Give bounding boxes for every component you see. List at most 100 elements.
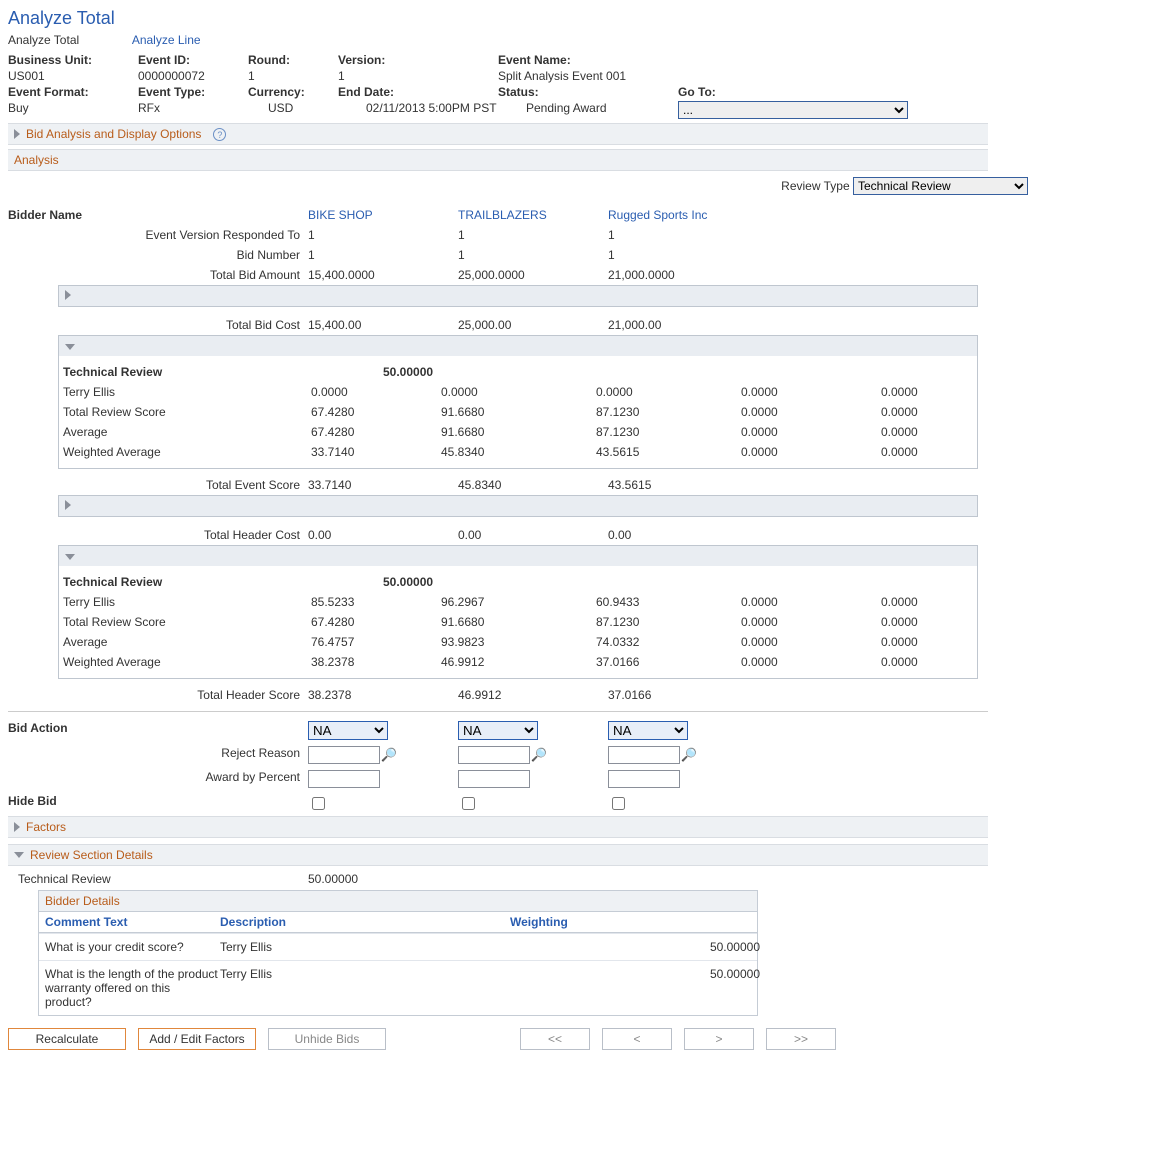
last-page-button[interactable]: >> [766, 1028, 836, 1050]
value-score-1: 45.8340 [458, 478, 608, 492]
label-event-id: Event ID: [138, 53, 248, 67]
bidder-details-title: Bidder Details [39, 891, 757, 912]
value-event-format: Buy [8, 101, 138, 119]
section-review-details[interactable]: Review Section Details [8, 844, 988, 866]
bid-action-select-0[interactable]: NA [308, 721, 388, 740]
divider [8, 711, 988, 712]
table-row: What is your credit score? Terry Ellis 5… [39, 933, 757, 960]
cell-comment-1: What is the length of the product warran… [45, 967, 220, 1009]
bid-action-select-2[interactable]: NA [608, 721, 688, 740]
label-total-bid-amount: Total Bid Amount [8, 268, 308, 282]
unhide-bids-button[interactable]: Unhide Bids [268, 1028, 386, 1050]
value-bidamt-0: 15,400.0000 [308, 268, 458, 282]
value-bidcost-1: 25,000.00 [458, 318, 608, 332]
value-ver-2: 1 [608, 228, 768, 242]
label-review-type: Review Type [781, 179, 849, 193]
label-total-header-score: Total Header Score [8, 688, 308, 702]
lookup-icon[interactable]: 🔍 [531, 747, 547, 763]
row-label: Total Review Score [63, 615, 311, 629]
collapse-icon [14, 852, 24, 858]
award-percent-input-0[interactable] [308, 770, 380, 788]
value-bidnum-1: 1 [458, 248, 608, 262]
table-row: What is the length of the product warran… [39, 960, 757, 1015]
recalculate-button[interactable]: Recalculate [8, 1028, 126, 1050]
value-bidcost-0: 15,400.00 [308, 318, 458, 332]
cell-desc-0: Terry Ellis [220, 940, 510, 954]
value-bidnum-0: 1 [308, 248, 458, 262]
value-tech1-weight: 50.00000 [383, 365, 441, 379]
cell-value: 0.0000 [441, 385, 596, 399]
bidder-link-rugged-sports[interactable]: Rugged Sports Inc [608, 208, 768, 222]
cell-value: 91.6680 [441, 425, 596, 439]
value-score-2: 43.5615 [608, 478, 768, 492]
value-event-name: Split Analysis Event 001 [498, 69, 678, 83]
review-type-row: Review Type Technical Review [8, 177, 1028, 195]
label-bidder-name: Bidder Name [8, 208, 308, 222]
technical-review-box-1: Technical Review 50.00000 Terry Ellis0.0… [58, 335, 978, 469]
label-status: Status: [498, 85, 678, 99]
hide-bid-checkbox-0[interactable] [312, 797, 325, 810]
col-weighting[interactable]: Weighting [510, 915, 760, 929]
bid-action-select-1[interactable]: NA [458, 721, 538, 740]
section-factors[interactable]: Factors [8, 816, 988, 838]
col-comment-text[interactable]: Comment Text [45, 915, 220, 929]
cell-value: 46.9912 [441, 655, 596, 669]
label-total-event-score: Total Event Score [8, 478, 308, 492]
reject-reason-input-2[interactable] [608, 746, 680, 764]
review-details-header: Technical Review 50.00000 [8, 872, 1156, 886]
value-bidcost-2: 21,000.00 [608, 318, 768, 332]
cell-value: 0.0000 [741, 635, 881, 649]
cell-value: 0.0000 [881, 655, 971, 669]
lookup-icon[interactable]: 🔍 [381, 747, 397, 763]
table-row: Terry Ellis0.00000.00000.00000.00000.000… [63, 382, 973, 402]
expand-icon[interactable] [65, 290, 71, 300]
tab-analyze-line[interactable]: Analyze Line [132, 33, 201, 47]
reject-reason-input-0[interactable] [308, 746, 380, 764]
cell-value: 0.0000 [596, 385, 741, 399]
award-percent-input-1[interactable] [458, 770, 530, 788]
label-event-name: Event Name: [498, 53, 678, 67]
label-business-unit: Business Unit: [8, 53, 138, 67]
cell-value: 38.2378 [311, 655, 441, 669]
tab-analyze-total[interactable]: Analyze Total [8, 33, 79, 47]
prev-page-button[interactable]: < [602, 1028, 672, 1050]
expand-icon[interactable] [65, 500, 71, 510]
label-total-header-cost: Total Header Cost [8, 528, 308, 542]
row-label: Average [63, 635, 311, 649]
bidder-link-bike-shop[interactable]: BIKE SHOP [308, 208, 458, 222]
cell-value: 0.0000 [741, 385, 881, 399]
first-page-button[interactable]: << [520, 1028, 590, 1050]
award-percent-input-2[interactable] [608, 770, 680, 788]
collapse-icon[interactable] [65, 344, 75, 350]
total-bid-cost-box [58, 285, 978, 307]
col-description[interactable]: Description [220, 915, 510, 929]
label-bid-action: Bid Action [8, 721, 308, 740]
hide-bid-checkbox-1[interactable] [462, 797, 475, 810]
reject-reason-input-1[interactable] [458, 746, 530, 764]
lookup-icon[interactable]: 🔍 [681, 747, 697, 763]
value-event-type: RFx [138, 101, 248, 119]
help-icon[interactable]: ? [213, 128, 226, 141]
review-type-select[interactable]: Technical Review [853, 177, 1028, 195]
section-analysis: Analysis [8, 149, 988, 171]
cell-value: 0.0000 [311, 385, 441, 399]
cell-value: 67.4280 [311, 615, 441, 629]
next-page-button[interactable]: > [684, 1028, 754, 1050]
value-status: Pending Award [498, 101, 678, 119]
label-bid-number: Bid Number [8, 248, 308, 262]
bidder-link-trailblazers[interactable]: TRAILBLAZERS [458, 208, 608, 222]
page-title: Analyze Total [8, 8, 1156, 29]
add-edit-factors-button[interactable]: Add / Edit Factors [138, 1028, 256, 1050]
label-goto: Go To: [678, 85, 918, 99]
hide-bid-checkbox-2[interactable] [612, 797, 625, 810]
table-row: Average67.428091.668087.12300.00000.0000 [63, 422, 973, 442]
cell-value: 0.0000 [741, 655, 881, 669]
value-event-id: 0000000072 [138, 69, 248, 83]
collapse-icon[interactable] [65, 554, 75, 560]
cell-value: 87.1230 [596, 425, 741, 439]
cell-value: 0.0000 [741, 405, 881, 419]
label-event-type: Event Type: [138, 85, 248, 99]
table-row: Terry Ellis85.523396.296760.94330.00000.… [63, 592, 973, 612]
section-bid-analysis-options[interactable]: Bid Analysis and Display Options ? [8, 123, 988, 145]
goto-select[interactable]: ... [678, 101, 908, 119]
